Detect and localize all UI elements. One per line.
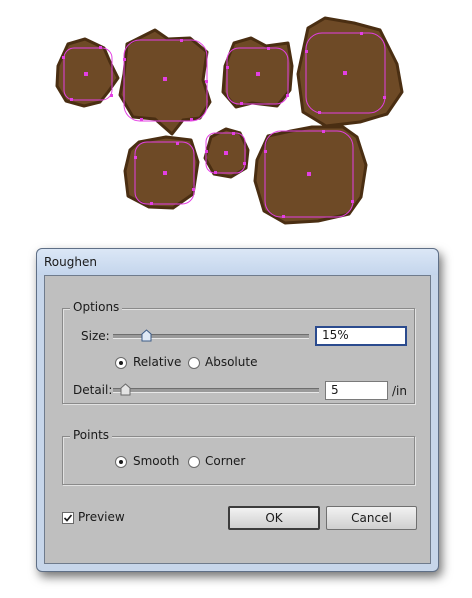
- blob-shape[interactable]: [118, 28, 212, 136]
- absolute-radio[interactable]: [188, 357, 200, 369]
- relative-radio[interactable]: [115, 357, 127, 369]
- size-value: 15%: [322, 328, 349, 342]
- options-group: Options Size: 15% Relative Absolute Deta…: [62, 300, 415, 404]
- points-legend: Points: [70, 428, 113, 442]
- preview-checkbox[interactable]: [62, 512, 74, 524]
- roughen-dialog: Roughen Options Size: 15% Relative Absol…: [36, 248, 439, 572]
- dialog-titlebar[interactable]: Roughen: [37, 249, 438, 275]
- ok-button-label: OK: [265, 511, 283, 525]
- corner-label[interactable]: Corner: [205, 454, 245, 468]
- corner-radio[interactable]: [188, 456, 200, 468]
- detail-value: 5: [331, 383, 339, 397]
- detail-input[interactable]: 5: [325, 381, 388, 400]
- artwork-canvas[interactable]: [0, 0, 472, 240]
- dialog-title: Roughen: [44, 255, 97, 269]
- dialog-body: Options Size: 15% Relative Absolute Deta…: [44, 275, 431, 564]
- cancel-button[interactable]: Cancel: [326, 506, 417, 530]
- detail-label: Detail:: [73, 383, 113, 397]
- absolute-label[interactable]: Absolute: [205, 355, 257, 369]
- size-slider-thumb[interactable]: [141, 329, 152, 342]
- preview-label[interactable]: Preview: [78, 510, 125, 524]
- size-input[interactable]: 15%: [315, 326, 407, 346]
- smooth-radio[interactable]: [115, 456, 127, 468]
- smooth-label[interactable]: Smooth: [133, 454, 179, 468]
- options-legend: Options: [70, 300, 123, 314]
- detail-unit-label: /in: [392, 384, 407, 398]
- ok-button[interactable]: OK: [228, 506, 320, 530]
- blob-shape[interactable]: [296, 16, 404, 128]
- detail-slider-track[interactable]: [113, 388, 319, 393]
- detail-slider-thumb[interactable]: [120, 383, 131, 396]
- points-group: Points Smooth Corner: [62, 428, 415, 485]
- cancel-button-label: Cancel: [351, 511, 392, 525]
- relative-label[interactable]: Relative: [133, 355, 181, 369]
- size-label: Size:: [81, 329, 110, 343]
- checkmark-icon: [63, 514, 73, 522]
